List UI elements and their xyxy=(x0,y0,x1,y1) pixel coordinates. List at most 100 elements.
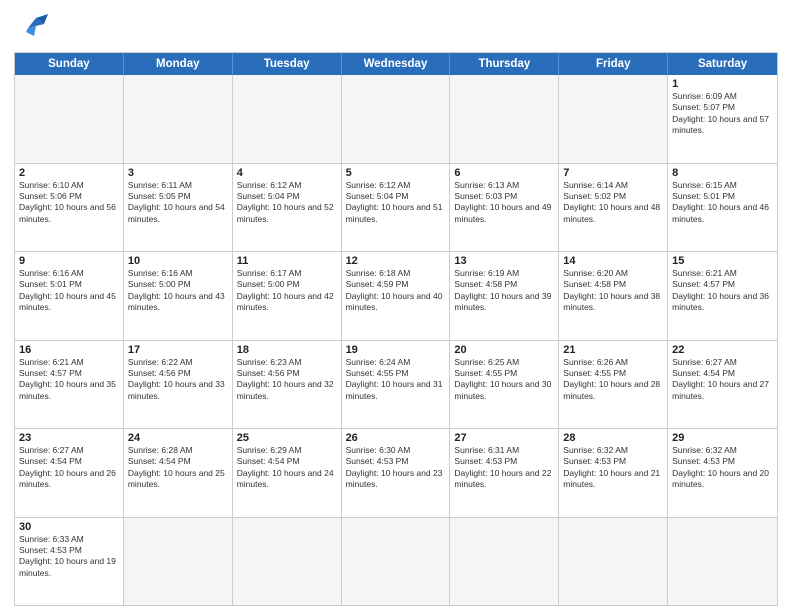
calendar-cell-2: 2Sunrise: 6:10 AM Sunset: 5:06 PM Daylig… xyxy=(15,164,124,252)
calendar-cell-empty-5-4 xyxy=(450,518,559,606)
cell-info: Sunrise: 6:28 AM Sunset: 4:54 PM Dayligh… xyxy=(128,445,228,491)
calendar-cell-23: 23Sunrise: 6:27 AM Sunset: 4:54 PM Dayli… xyxy=(15,429,124,517)
calendar-cell-28: 28Sunrise: 6:32 AM Sunset: 4:53 PM Dayli… xyxy=(559,429,668,517)
weekday-header-monday: Monday xyxy=(124,53,233,75)
calendar-cell-29: 29Sunrise: 6:32 AM Sunset: 4:53 PM Dayli… xyxy=(668,429,777,517)
cell-info: Sunrise: 6:26 AM Sunset: 4:55 PM Dayligh… xyxy=(563,357,663,403)
day-number: 11 xyxy=(237,255,337,267)
day-number: 7 xyxy=(563,167,663,179)
cell-info: Sunrise: 6:12 AM Sunset: 5:04 PM Dayligh… xyxy=(346,180,446,226)
cell-info: Sunrise: 6:32 AM Sunset: 4:53 PM Dayligh… xyxy=(563,445,663,491)
day-number: 20 xyxy=(454,344,554,356)
day-number: 10 xyxy=(128,255,228,267)
day-number: 28 xyxy=(563,432,663,444)
calendar-cell-25: 25Sunrise: 6:29 AM Sunset: 4:54 PM Dayli… xyxy=(233,429,342,517)
calendar-cell-12: 12Sunrise: 6:18 AM Sunset: 4:59 PM Dayli… xyxy=(342,252,451,340)
calendar-cell-16: 16Sunrise: 6:21 AM Sunset: 4:57 PM Dayli… xyxy=(15,341,124,429)
calendar-row-0: 1Sunrise: 6:09 AM Sunset: 5:07 PM Daylig… xyxy=(15,75,777,163)
calendar-row-5: 30Sunrise: 6:33 AM Sunset: 4:53 PM Dayli… xyxy=(15,517,777,606)
calendar-row-2: 9Sunrise: 6:16 AM Sunset: 5:01 PM Daylig… xyxy=(15,251,777,340)
calendar-cell-empty-0-3 xyxy=(342,75,451,163)
weekday-header-wednesday: Wednesday xyxy=(342,53,451,75)
page: SundayMondayTuesdayWednesdayThursdayFrid… xyxy=(0,0,792,612)
cell-info: Sunrise: 6:20 AM Sunset: 4:58 PM Dayligh… xyxy=(563,268,663,314)
calendar-cell-empty-5-5 xyxy=(559,518,668,606)
day-number: 9 xyxy=(19,255,119,267)
calendar-cell-5: 5Sunrise: 6:12 AM Sunset: 5:04 PM Daylig… xyxy=(342,164,451,252)
calendar-cell-13: 13Sunrise: 6:19 AM Sunset: 4:58 PM Dayli… xyxy=(450,252,559,340)
calendar-cell-1: 1Sunrise: 6:09 AM Sunset: 5:07 PM Daylig… xyxy=(668,75,777,163)
cell-info: Sunrise: 6:33 AM Sunset: 4:53 PM Dayligh… xyxy=(19,534,119,580)
calendar-cell-26: 26Sunrise: 6:30 AM Sunset: 4:53 PM Dayli… xyxy=(342,429,451,517)
calendar-cell-20: 20Sunrise: 6:25 AM Sunset: 4:55 PM Dayli… xyxy=(450,341,559,429)
day-number: 19 xyxy=(346,344,446,356)
day-number: 17 xyxy=(128,344,228,356)
weekday-header-sunday: Sunday xyxy=(15,53,124,75)
day-number: 2 xyxy=(19,167,119,179)
cell-info: Sunrise: 6:16 AM Sunset: 5:00 PM Dayligh… xyxy=(128,268,228,314)
calendar-cell-19: 19Sunrise: 6:24 AM Sunset: 4:55 PM Dayli… xyxy=(342,341,451,429)
calendar-cell-11: 11Sunrise: 6:17 AM Sunset: 5:00 PM Dayli… xyxy=(233,252,342,340)
day-number: 15 xyxy=(672,255,773,267)
calendar-cell-15: 15Sunrise: 6:21 AM Sunset: 4:57 PM Dayli… xyxy=(668,252,777,340)
calendar: SundayMondayTuesdayWednesdayThursdayFrid… xyxy=(14,52,778,606)
cell-info: Sunrise: 6:27 AM Sunset: 4:54 PM Dayligh… xyxy=(19,445,119,491)
cell-info: Sunrise: 6:31 AM Sunset: 4:53 PM Dayligh… xyxy=(454,445,554,491)
day-number: 12 xyxy=(346,255,446,267)
calendar-cell-7: 7Sunrise: 6:14 AM Sunset: 5:02 PM Daylig… xyxy=(559,164,668,252)
calendar-cell-empty-0-5 xyxy=(559,75,668,163)
calendar-body: 1Sunrise: 6:09 AM Sunset: 5:07 PM Daylig… xyxy=(15,75,777,605)
day-number: 16 xyxy=(19,344,119,356)
day-number: 1 xyxy=(672,78,773,90)
calendar-cell-17: 17Sunrise: 6:22 AM Sunset: 4:56 PM Dayli… xyxy=(124,341,233,429)
day-number: 6 xyxy=(454,167,554,179)
cell-info: Sunrise: 6:19 AM Sunset: 4:58 PM Dayligh… xyxy=(454,268,554,314)
calendar-cell-21: 21Sunrise: 6:26 AM Sunset: 4:55 PM Dayli… xyxy=(559,341,668,429)
cell-info: Sunrise: 6:17 AM Sunset: 5:00 PM Dayligh… xyxy=(237,268,337,314)
day-number: 29 xyxy=(672,432,773,444)
calendar-cell-22: 22Sunrise: 6:27 AM Sunset: 4:54 PM Dayli… xyxy=(668,341,777,429)
calendar-cell-empty-0-2 xyxy=(233,75,342,163)
cell-info: Sunrise: 6:29 AM Sunset: 4:54 PM Dayligh… xyxy=(237,445,337,491)
calendar-cell-4: 4Sunrise: 6:12 AM Sunset: 5:04 PM Daylig… xyxy=(233,164,342,252)
calendar-cell-empty-0-4 xyxy=(450,75,559,163)
cell-info: Sunrise: 6:15 AM Sunset: 5:01 PM Dayligh… xyxy=(672,180,773,226)
cell-info: Sunrise: 6:14 AM Sunset: 5:02 PM Dayligh… xyxy=(563,180,663,226)
day-number: 30 xyxy=(19,521,119,533)
day-number: 8 xyxy=(672,167,773,179)
calendar-cell-6: 6Sunrise: 6:13 AM Sunset: 5:03 PM Daylig… xyxy=(450,164,559,252)
calendar-cell-24: 24Sunrise: 6:28 AM Sunset: 4:54 PM Dayli… xyxy=(124,429,233,517)
day-number: 5 xyxy=(346,167,446,179)
day-number: 22 xyxy=(672,344,773,356)
day-number: 24 xyxy=(128,432,228,444)
calendar-cell-empty-0-0 xyxy=(15,75,124,163)
calendar-cell-10: 10Sunrise: 6:16 AM Sunset: 5:00 PM Dayli… xyxy=(124,252,233,340)
calendar-row-4: 23Sunrise: 6:27 AM Sunset: 4:54 PM Dayli… xyxy=(15,428,777,517)
cell-info: Sunrise: 6:12 AM Sunset: 5:04 PM Dayligh… xyxy=(237,180,337,226)
day-number: 14 xyxy=(563,255,663,267)
weekday-header-saturday: Saturday xyxy=(668,53,777,75)
calendar-cell-3: 3Sunrise: 6:11 AM Sunset: 5:05 PM Daylig… xyxy=(124,164,233,252)
cell-info: Sunrise: 6:21 AM Sunset: 4:57 PM Dayligh… xyxy=(672,268,773,314)
cell-info: Sunrise: 6:25 AM Sunset: 4:55 PM Dayligh… xyxy=(454,357,554,403)
calendar-cell-18: 18Sunrise: 6:23 AM Sunset: 4:56 PM Dayli… xyxy=(233,341,342,429)
day-number: 18 xyxy=(237,344,337,356)
cell-info: Sunrise: 6:30 AM Sunset: 4:53 PM Dayligh… xyxy=(346,445,446,491)
calendar-header: SundayMondayTuesdayWednesdayThursdayFrid… xyxy=(15,53,777,75)
cell-info: Sunrise: 6:24 AM Sunset: 4:55 PM Dayligh… xyxy=(346,357,446,403)
calendar-cell-9: 9Sunrise: 6:16 AM Sunset: 5:01 PM Daylig… xyxy=(15,252,124,340)
calendar-cell-empty-0-1 xyxy=(124,75,233,163)
calendar-cell-empty-5-1 xyxy=(124,518,233,606)
calendar-cell-8: 8Sunrise: 6:15 AM Sunset: 5:01 PM Daylig… xyxy=(668,164,777,252)
cell-info: Sunrise: 6:21 AM Sunset: 4:57 PM Dayligh… xyxy=(19,357,119,403)
cell-info: Sunrise: 6:13 AM Sunset: 5:03 PM Dayligh… xyxy=(454,180,554,226)
calendar-cell-27: 27Sunrise: 6:31 AM Sunset: 4:53 PM Dayli… xyxy=(450,429,559,517)
cell-info: Sunrise: 6:27 AM Sunset: 4:54 PM Dayligh… xyxy=(672,357,773,403)
cell-info: Sunrise: 6:11 AM Sunset: 5:05 PM Dayligh… xyxy=(128,180,228,226)
cell-info: Sunrise: 6:10 AM Sunset: 5:06 PM Dayligh… xyxy=(19,180,119,226)
weekday-header-friday: Friday xyxy=(559,53,668,75)
cell-info: Sunrise: 6:09 AM Sunset: 5:07 PM Dayligh… xyxy=(672,91,773,137)
cell-info: Sunrise: 6:23 AM Sunset: 4:56 PM Dayligh… xyxy=(237,357,337,403)
calendar-row-1: 2Sunrise: 6:10 AM Sunset: 5:06 PM Daylig… xyxy=(15,163,777,252)
calendar-cell-empty-5-3 xyxy=(342,518,451,606)
